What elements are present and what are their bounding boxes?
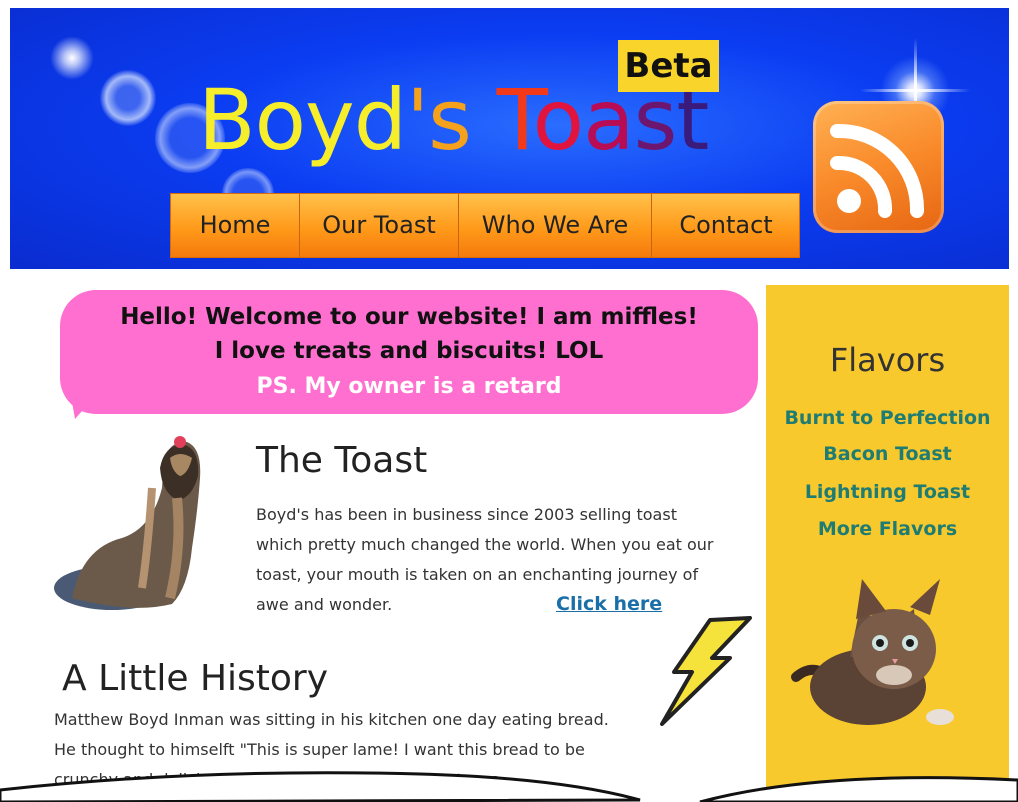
lens-flare [100, 70, 156, 126]
toast-heading: The Toast [256, 440, 428, 481]
nav-our-toast[interactable]: Our Toast [300, 194, 459, 257]
beta-badge: Beta [618, 40, 719, 92]
flavors-heading: Flavors [829, 341, 946, 379]
main-nav: Home Our Toast Who We Are Contact [170, 193, 800, 258]
title-part: Boyd [198, 71, 407, 169]
history-heading: A Little History [62, 658, 329, 699]
flavors-sidebar: Flavors Burnt to Perfection Bacon Toast … [766, 285, 1009, 802]
nav-who-we-are[interactable]: Who We Are [459, 194, 652, 257]
bubble-line: PS. My owner is a retard [256, 374, 562, 399]
page-curl-decoration [0, 771, 1018, 802]
lightning-bolt-icon [660, 616, 752, 726]
flavor-link-more[interactable]: More Flavors [766, 518, 1009, 540]
flavor-link-burnt[interactable]: Burnt to Perfection [766, 407, 1009, 429]
rss-icon[interactable] [813, 101, 944, 233]
title-part: T [496, 71, 534, 169]
nav-home[interactable]: Home [171, 194, 300, 257]
site-header: Boyd's Toast Beta Home Our Toast Who We … [10, 8, 1009, 269]
nav-contact[interactable]: Contact [652, 194, 800, 257]
flavor-link-lightning[interactable]: Lightning Toast [766, 481, 1009, 503]
dog-image [54, 436, 201, 610]
flavor-link-bacon[interactable]: Bacon Toast [766, 443, 1009, 465]
lens-flare [50, 36, 94, 80]
kitten-image [791, 579, 954, 725]
bubble-line: Hello! Welcome to our website! I am miff… [120, 304, 698, 330]
title-part: 's [406, 71, 472, 169]
bubble-line: I love treats and biscuits! LOL [214, 338, 604, 364]
rss-glyph [830, 123, 925, 218]
title-part: o [532, 71, 584, 169]
speech-bubble: Hello! Welcome to our website! I am miff… [60, 290, 758, 414]
click-here-link[interactable]: Click here [556, 593, 662, 615]
